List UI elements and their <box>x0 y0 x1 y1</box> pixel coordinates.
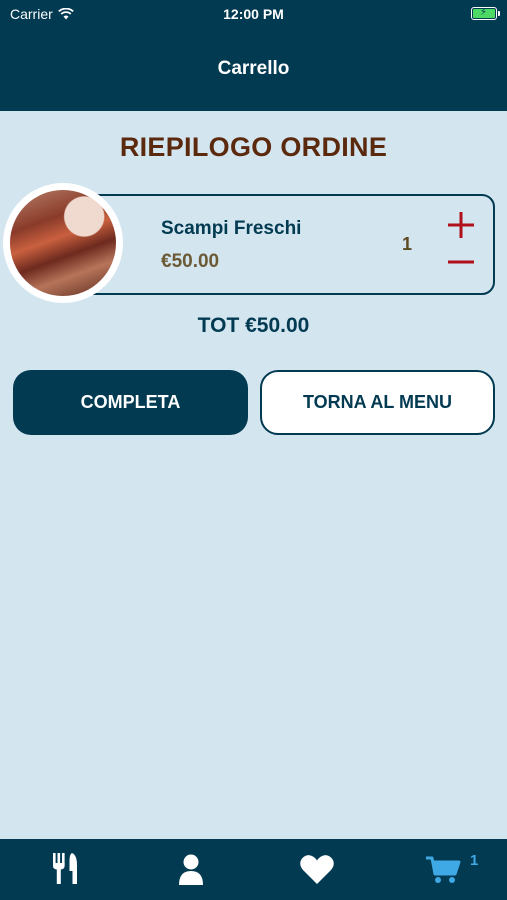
complete-order-button[interactable]: COMPLETA <box>13 370 248 435</box>
navigation-bar: Carrello <box>0 28 507 111</box>
decrease-quantity-button[interactable] <box>448 252 474 272</box>
back-to-menu-button[interactable]: TORNA AL MENU <box>260 370 495 435</box>
tab-bar <box>0 839 507 900</box>
item-price: €50.00 <box>161 251 220 272</box>
heart-icon[interactable] <box>297 851 337 887</box>
cart-item-card <box>60 194 495 295</box>
page-title: Carrello <box>217 58 290 79</box>
item-photo <box>3 183 123 303</box>
user-icon[interactable] <box>171 851 211 887</box>
cart-count-badge: 1 <box>470 852 479 869</box>
item-name: Scampi Freschi <box>161 218 302 239</box>
scampi-image <box>10 190 116 296</box>
utensils-icon[interactable] <box>44 851 84 887</box>
order-total: TOT €50.00 <box>197 314 310 337</box>
increase-quantity-button[interactable] <box>448 211 474 239</box>
shopping-cart-icon[interactable] <box>424 851 464 887</box>
item-quantity: 1 <box>401 234 412 254</box>
status-bar: Carrier 12:00 PM ⚡ <box>0 0 507 28</box>
back-to-menu-label: TORNA AL MENU <box>302 392 452 412</box>
complete-order-label: COMPLETA <box>80 392 181 412</box>
clock: 12:00 PM <box>223 6 284 22</box>
order-summary-heading: RIEPILOGO ORDINE <box>119 132 388 162</box>
battery-icon: ⚡ <box>471 7 500 20</box>
